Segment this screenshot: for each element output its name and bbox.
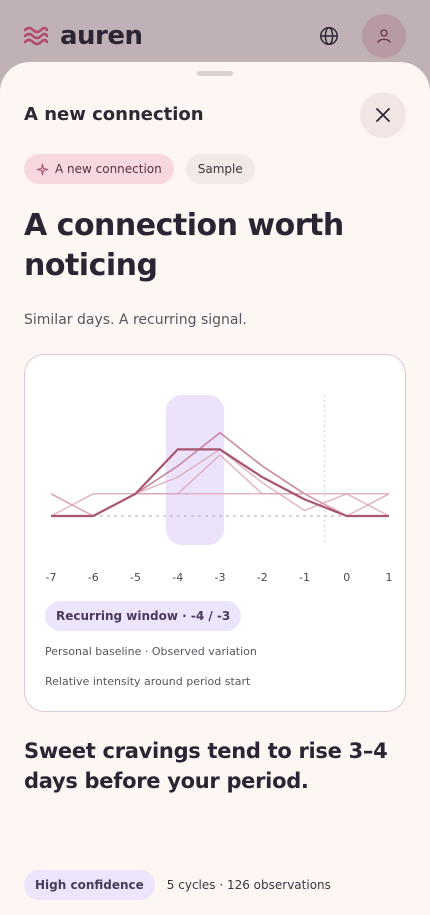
chip-sample: Sample	[185, 154, 255, 184]
waves-logo-icon	[24, 26, 48, 46]
globe-icon[interactable]	[318, 25, 340, 47]
recurring-window-highlight	[165, 395, 224, 545]
x-tick-label: -3	[215, 571, 226, 584]
x-tick-label: -1	[299, 571, 310, 584]
sheet-grabber[interactable]	[197, 71, 233, 76]
legend-line: Personal baseline · Observed variation	[45, 645, 257, 658]
chip-label: A new connection	[55, 162, 162, 176]
chart-caption: Relative intensity around period start	[45, 675, 251, 688]
close-button[interactable]	[360, 92, 406, 138]
user-icon	[377, 29, 391, 43]
x-tick-label: 1	[386, 571, 393, 584]
subtitle: Similar days. A recurring signal.	[24, 312, 247, 328]
x-tick-label: -4	[172, 571, 183, 584]
recurring-window-badge: Recurring window · -4 / -3	[45, 601, 242, 631]
chip-label: Sample	[197, 162, 243, 176]
x-tick-label: 0	[343, 571, 350, 584]
headline: A connection worth noticing	[24, 208, 344, 283]
x-tick-label: -7	[46, 571, 57, 584]
connection-sheet: A new connection A new connection Sample…	[0, 62, 430, 915]
intensity-chart: -7 -6 -5 -4 -3 -2 -1 0 1	[46, 395, 393, 584]
sparkle-icon	[36, 163, 49, 175]
insight-statement: Sweet cravings tend to rise 3–4 days bef…	[24, 739, 388, 793]
confidence-badge: High confidence	[24, 870, 155, 900]
x-tick-label: -5	[130, 571, 141, 584]
logo[interactable]: auren	[24, 21, 143, 51]
profile-button[interactable]	[362, 14, 406, 58]
sheet-title: A new connection	[24, 104, 204, 125]
chart-card: -7 -6 -5 -4 -3 -2 -1 0 1 Recurring window · -4 /…	[24, 354, 406, 712]
close-icon	[376, 108, 390, 122]
x-tick-label: -6	[88, 571, 99, 584]
x-tick-label: -2	[257, 571, 268, 584]
observation-stats: 5 cycles · 126 observations	[166, 878, 331, 892]
chip-new-connection: A new connection	[24, 154, 174, 184]
brand-name: auren	[60, 21, 143, 51]
